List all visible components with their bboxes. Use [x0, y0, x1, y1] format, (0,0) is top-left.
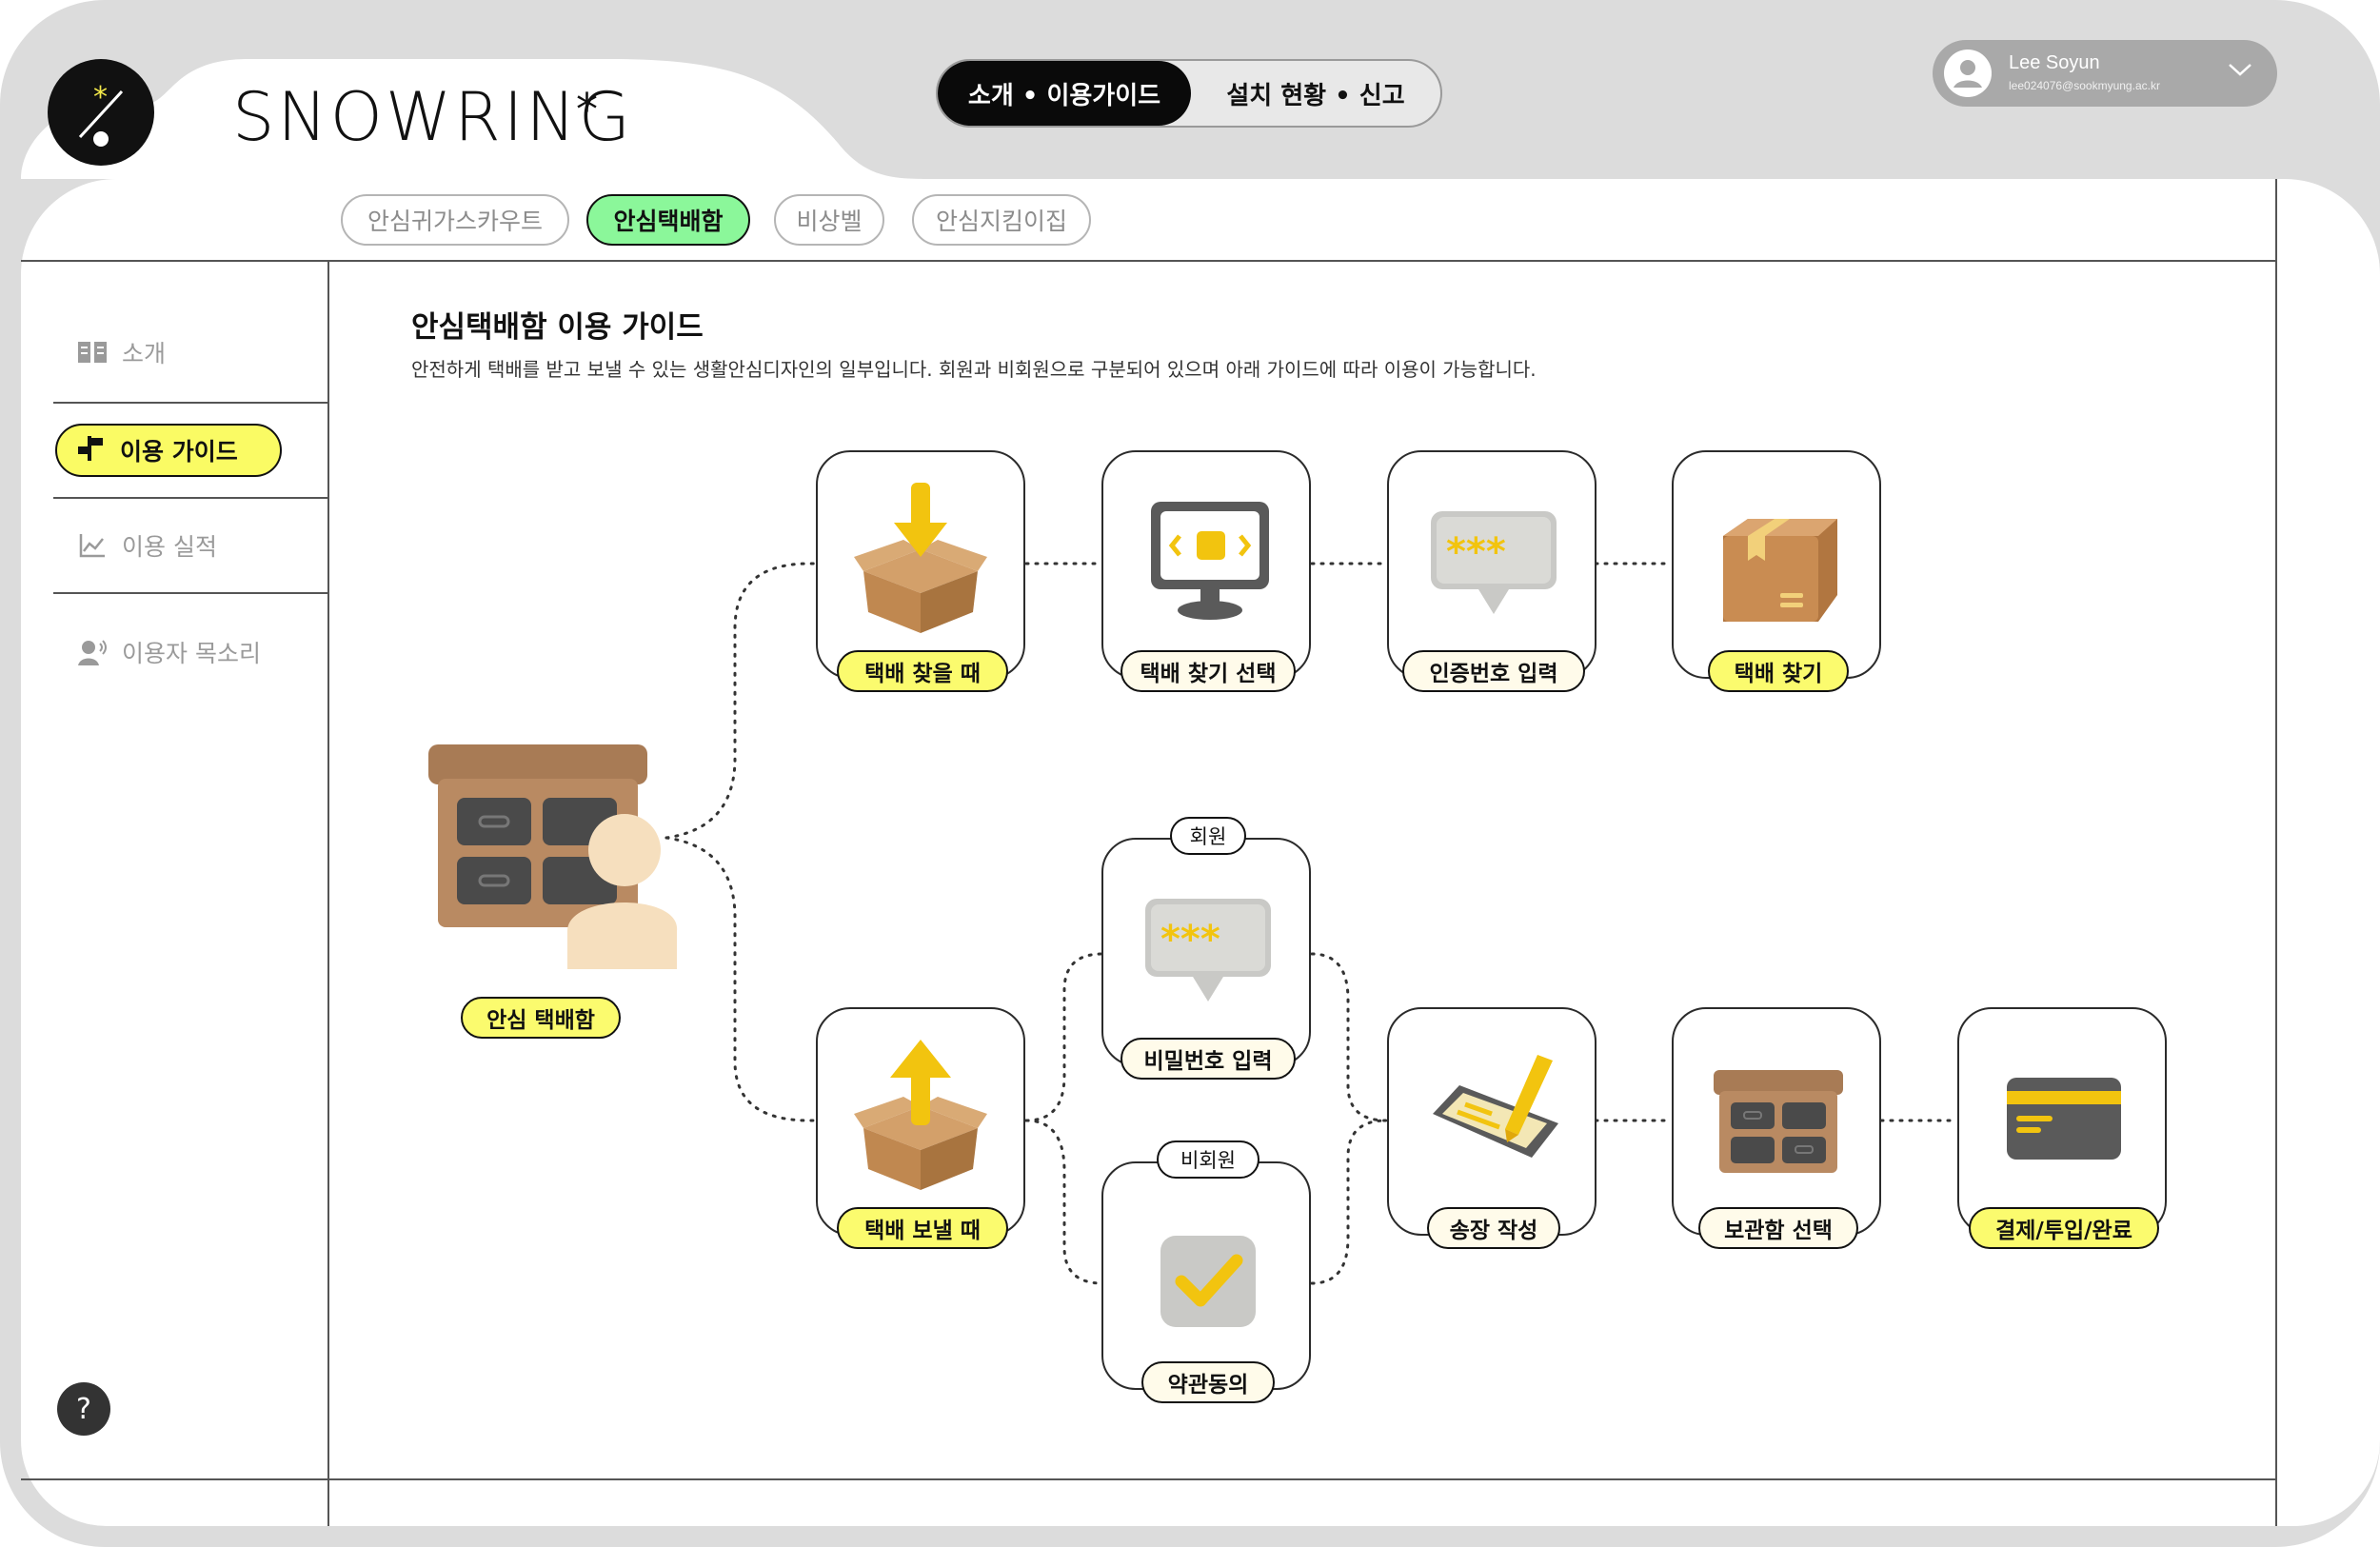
step-card-auth-code[interactable]: *** 인증번호 입력 — [1387, 450, 1597, 692]
monitor-icon — [1149, 500, 1271, 627]
step-card-select-locker[interactable]: 보관함 선택 — [1672, 1007, 1881, 1249]
locker-icon — [1712, 1068, 1845, 1179]
box-arrow-down-icon — [854, 481, 987, 637]
step-card-select-find[interactable]: 택배 찾기 선택 — [1101, 450, 1311, 692]
step-label: 비밀번호 입력 — [1121, 1038, 1296, 1080]
step-label: 송장 작성 — [1427, 1207, 1560, 1249]
step-card-send[interactable]: 택배 보낼 때 — [816, 1007, 1025, 1249]
step-label: 결제/투입/완료 — [1969, 1207, 2159, 1249]
box-arrow-up-icon — [854, 1038, 987, 1194]
step-card-invoice[interactable]: 송장 작성 — [1387, 1007, 1597, 1249]
step-card-receive[interactable]: 택배 찾을 때 — [816, 450, 1025, 692]
step-card-pay-complete[interactable]: 결제/투입/완료 — [1957, 1007, 2167, 1249]
step-card-member-password[interactable]: 회원 *** 비밀번호 입력 — [1101, 817, 1311, 1080]
checkmark-icon — [1159, 1234, 1258, 1333]
member-tag: 회원 — [1170, 817, 1246, 855]
pen-tablet-icon — [1425, 1047, 1564, 1175]
password-bubble-icon: *** — [1429, 509, 1558, 624]
flow-start-label: 안심 택배함 — [461, 997, 621, 1039]
password-bubble-icon: *** — [1143, 897, 1273, 1011]
svg-text:***: *** — [1446, 530, 1506, 574]
parcel-icon — [1719, 517, 1839, 627]
locker-person-icon — [425, 741, 682, 973]
step-label: 약관동의 — [1141, 1361, 1275, 1403]
credit-card-icon — [2005, 1076, 2123, 1165]
step-label: 보관함 선택 — [1698, 1207, 1858, 1249]
svg-text:***: *** — [1160, 918, 1220, 962]
step-label: 택배 찾기 선택 — [1121, 650, 1296, 692]
step-label: 택배 찾을 때 — [837, 650, 1008, 692]
step-card-nonmember-terms[interactable]: 비회원 약관동의 — [1101, 1140, 1311, 1403]
non-member-tag: 비회원 — [1157, 1140, 1259, 1179]
step-label: 인증번호 입력 — [1402, 650, 1585, 692]
step-label: 택배 보낼 때 — [837, 1207, 1008, 1249]
step-card-find-parcel[interactable]: 택배 찾기 — [1672, 450, 1881, 692]
step-label: 택배 찾기 — [1708, 650, 1849, 692]
